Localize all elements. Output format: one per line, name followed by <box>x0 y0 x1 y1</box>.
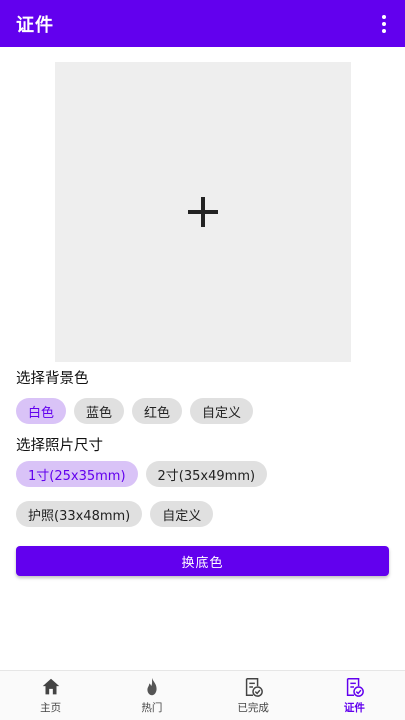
fire-icon <box>147 677 157 696</box>
chip-size-1inch[interactable]: 1寸(25x35mm) <box>16 461 138 487</box>
chip-size-passport[interactable]: 护照(33x48mm) <box>16 501 143 527</box>
size-chip-row-1: 1寸(25x35mm) 2寸(35x49mm) <box>16 461 268 487</box>
background-section-title: 选择背景色 <box>16 371 89 387</box>
nav-item-home[interactable]: 主页 <box>0 671 101 720</box>
change-background-button[interactable]: 换底色 <box>16 546 389 576</box>
size-section-title: 选择照片尺寸 <box>16 438 103 454</box>
nav-item-completed[interactable]: 已完成 <box>203 671 304 720</box>
chip-size-2inch[interactable]: 2寸(35x49mm) <box>145 461 268 487</box>
nav-label-hot: 热门 <box>141 702 163 714</box>
completed-doc-icon <box>245 678 264 697</box>
app-title: 证件 <box>16 14 54 36</box>
bottom-nav: 主页 热门 已完成 证件 <box>0 670 405 720</box>
chip-bg-blue[interactable]: 蓝色 <box>74 398 125 424</box>
chip-bg-white[interactable]: 白色 <box>16 398 67 424</box>
home-icon <box>42 678 59 695</box>
nav-item-id[interactable]: 证件 <box>304 671 405 720</box>
app-bar: 证件 <box>0 0 405 47</box>
photo-picker[interactable] <box>55 62 351 362</box>
chip-bg-red[interactable]: 红色 <box>132 398 183 424</box>
plus-icon <box>188 197 218 227</box>
nav-label-completed: 已完成 <box>237 702 269 714</box>
more-vert-icon[interactable] <box>377 14 391 34</box>
id-doc-icon <box>347 678 365 697</box>
nav-item-hot[interactable]: 热门 <box>101 671 202 720</box>
size-chip-row-2: 护照(33x48mm) 自定义 <box>16 501 214 527</box>
nav-label-id: 证件 <box>343 702 365 714</box>
chip-bg-custom[interactable]: 自定义 <box>190 398 254 424</box>
background-chip-row: 白色 蓝色 红色 自定义 <box>16 398 254 424</box>
nav-label-home: 主页 <box>40 702 62 714</box>
chip-size-custom[interactable]: 自定义 <box>150 501 214 527</box>
